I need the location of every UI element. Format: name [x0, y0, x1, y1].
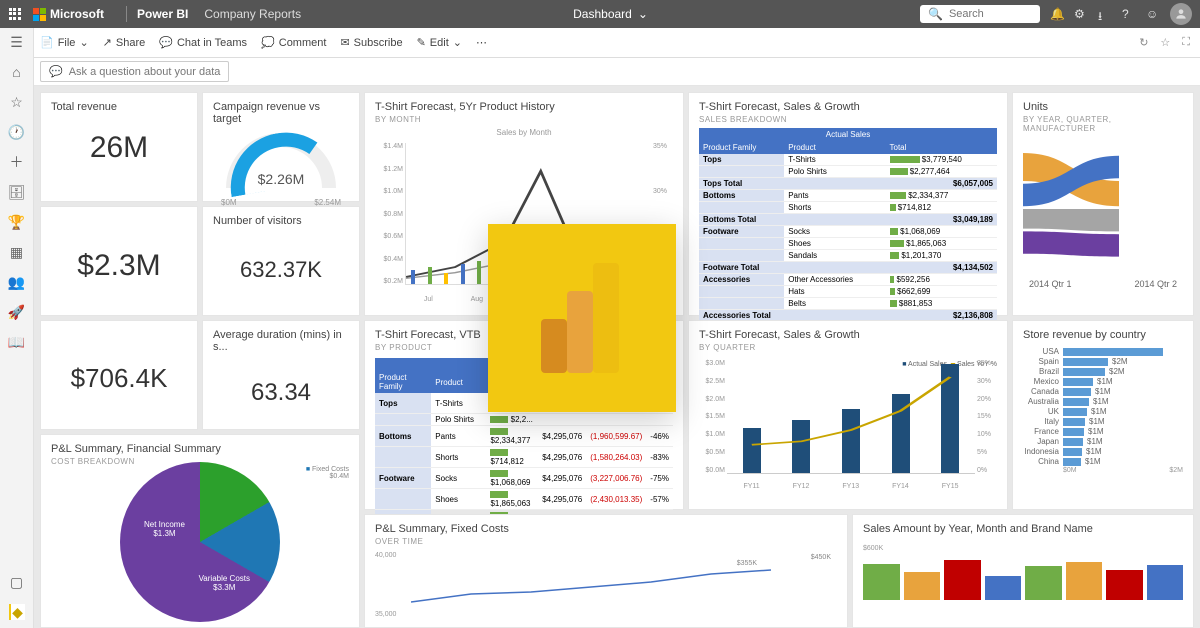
tile-growth-quarter[interactable]: T-Shirt Forecast, Sales & Growth BY QUAR…: [688, 320, 1008, 510]
gauge-value: $2.26M: [221, 171, 341, 187]
tile-store-revenue[interactable]: Store revenue by country USASpain$2MBraz…: [1012, 320, 1194, 510]
microsoft-logo-icon: [32, 7, 46, 21]
fullscreen-icon[interactable]: ⛶: [1182, 36, 1190, 49]
search-icon: 🔍: [928, 7, 943, 21]
workspaces-icon[interactable]: ▢: [9, 574, 25, 590]
tile-subtitle: OVER TIME: [375, 537, 837, 546]
tile-pl-fixed[interactable]: P&L Summary, Fixed Costs OVER TIME 40,00…: [364, 514, 848, 628]
tile-title: T-Shirt Forecast, 5Yr Product History: [375, 101, 673, 113]
qna-input[interactable]: 💬 Ask a question about your data: [40, 61, 229, 82]
refresh-icon[interactable]: ↻: [1139, 36, 1148, 49]
create-icon[interactable]: ＋: [9, 154, 25, 170]
tile-kpi-2[interactable]: $2.3M: [40, 206, 198, 316]
tile-sales-amount[interactable]: Sales Amount by Year, Month and Brand Na…: [852, 514, 1194, 628]
qna-row: 💬 Ask a question about your data: [0, 58, 1200, 86]
pie-chart: Net Income$1.3M Variable Costs$3.3M: [120, 462, 280, 622]
line-chart: [411, 552, 791, 618]
kpi-value: 26M: [51, 131, 187, 165]
tile-sales-breakdown[interactable]: T-Shirt Forecast, Sales & Growth SALES B…: [688, 92, 1008, 316]
tile-subtitle: BY MONTH: [375, 115, 673, 124]
menu-icon[interactable]: ☰: [9, 34, 25, 50]
subscribe-button[interactable]: ✉ Subscribe: [340, 36, 402, 49]
chat-teams-button[interactable]: 💬 Chat in Teams: [159, 36, 247, 49]
learn-icon[interactable]: 📖: [9, 334, 25, 350]
powerbi-logo-overlay: [488, 224, 676, 412]
kpi-value: 63.34: [213, 379, 349, 407]
app-launcher-icon[interactable]: [8, 7, 22, 21]
search-input[interactable]: [949, 8, 1029, 20]
stacked-chart: [863, 560, 1183, 600]
favorites-icon[interactable]: ☆: [9, 94, 25, 110]
tile-title: Average duration (mins) in s...: [213, 329, 349, 353]
left-nav: ☰ ⌂ ☆ 🕐 ＋ 🗄 🏆 ▦ 👥 🚀 📖 ▢ ◆: [0, 28, 34, 628]
brand-label: Microsoft: [50, 7, 104, 21]
chevron-down-icon: ⌄: [638, 7, 648, 21]
settings-icon[interactable]: ⚙: [1074, 7, 1088, 21]
workspace-label[interactable]: Company Reports: [204, 7, 301, 21]
tile-pl-pie[interactable]: P&L Summary, Financial Summary COST BREA…: [40, 434, 360, 628]
tile-subtitle: BY YEAR, QUARTER, MANUFACTURER: [1023, 115, 1183, 133]
recent-icon[interactable]: 🕐: [9, 124, 25, 140]
user-avatar[interactable]: [1170, 3, 1192, 25]
more-button[interactable]: ⋯: [476, 36, 487, 49]
tile-subtitle: BY QUARTER: [699, 343, 997, 352]
kpi-value: 632.37K: [213, 257, 349, 283]
chat-icon: 💬: [49, 65, 63, 78]
hbar-chart: USASpain$2MBrazil$2MMexico$1MCanada$1MAu…: [1023, 347, 1183, 466]
download-icon[interactable]: ⭳: [1098, 7, 1112, 21]
app-header: Microsoft Power BI Company Reports Dashb…: [0, 0, 1200, 28]
tile-subtitle: SALES BREAKDOWN: [699, 115, 997, 124]
tile-title: Units: [1023, 101, 1183, 113]
tile-title: Store revenue by country: [1023, 329, 1183, 341]
edit-button[interactable]: ✎ Edit ⌄: [417, 36, 462, 49]
dashboard-label: Dashboard: [573, 7, 632, 21]
tile-campaign-gauge[interactable]: Campaign revenue vs target $2.26M $0M$2.…: [202, 92, 360, 202]
product-label[interactable]: Power BI: [137, 7, 188, 21]
tile-title: Campaign revenue vs target: [213, 101, 349, 125]
shared-icon[interactable]: 👥: [9, 274, 25, 290]
ribbon-chart: [1023, 139, 1183, 279]
datasets-icon[interactable]: 🗄: [9, 184, 25, 200]
goals-icon[interactable]: 🏆: [9, 214, 25, 230]
kpi-value: $2.3M: [51, 249, 187, 283]
tile-title: T-Shirt Forecast, Sales & Growth: [699, 101, 997, 113]
tile-title: P&L Summary, Fixed Costs: [375, 523, 837, 535]
divider: [126, 6, 127, 22]
tile-total-revenue[interactable]: Total revenue 26M: [40, 92, 198, 202]
breadcrumb-center[interactable]: Dashboard ⌄: [573, 7, 648, 21]
tile-title: Total revenue: [51, 101, 187, 113]
deployment-icon[interactable]: 🚀: [9, 304, 25, 320]
tile-title: P&L Summary, Financial Summary: [51, 443, 349, 455]
tile-units[interactable]: Units BY YEAR, QUARTER, MANUFACTURER 201…: [1012, 92, 1194, 316]
share-button[interactable]: ↗ Share: [103, 36, 146, 49]
search-box[interactable]: 🔍: [920, 5, 1040, 23]
tile-kpi-3[interactable]: $706.4K: [40, 320, 198, 430]
file-menu[interactable]: 📄 File ⌄: [40, 36, 89, 49]
home-icon[interactable]: ⌂: [9, 64, 25, 80]
qna-placeholder: Ask a question about your data: [69, 66, 221, 78]
help-icon[interactable]: ?: [1122, 7, 1136, 21]
feedback-icon[interactable]: ☺: [1146, 7, 1160, 21]
sales-table: Actual SalesProduct FamilyProductTotalTo…: [699, 128, 997, 334]
apps-icon[interactable]: ▦: [9, 244, 25, 260]
command-bar: 📄 File ⌄ ↗ Share 💬 Chat in Teams 💭 Comme…: [0, 28, 1200, 58]
favorite-icon[interactable]: ☆: [1160, 36, 1170, 49]
notifications-icon[interactable]: 🔔: [1050, 7, 1064, 21]
tile-visitors[interactable]: Number of visitors 632.37K: [202, 206, 360, 316]
comment-button[interactable]: 💭 Comment: [261, 36, 326, 49]
tile-duration[interactable]: Average duration (mins) in s... 63.34: [202, 320, 360, 430]
current-workspace-icon[interactable]: ◆: [9, 604, 25, 620]
tile-title: Number of visitors: [213, 215, 349, 227]
tile-title: Sales Amount by Year, Month and Brand Na…: [863, 523, 1183, 535]
kpi-value: $706.4K: [51, 363, 187, 394]
tile-title: T-Shirt Forecast, Sales & Growth: [699, 329, 997, 341]
